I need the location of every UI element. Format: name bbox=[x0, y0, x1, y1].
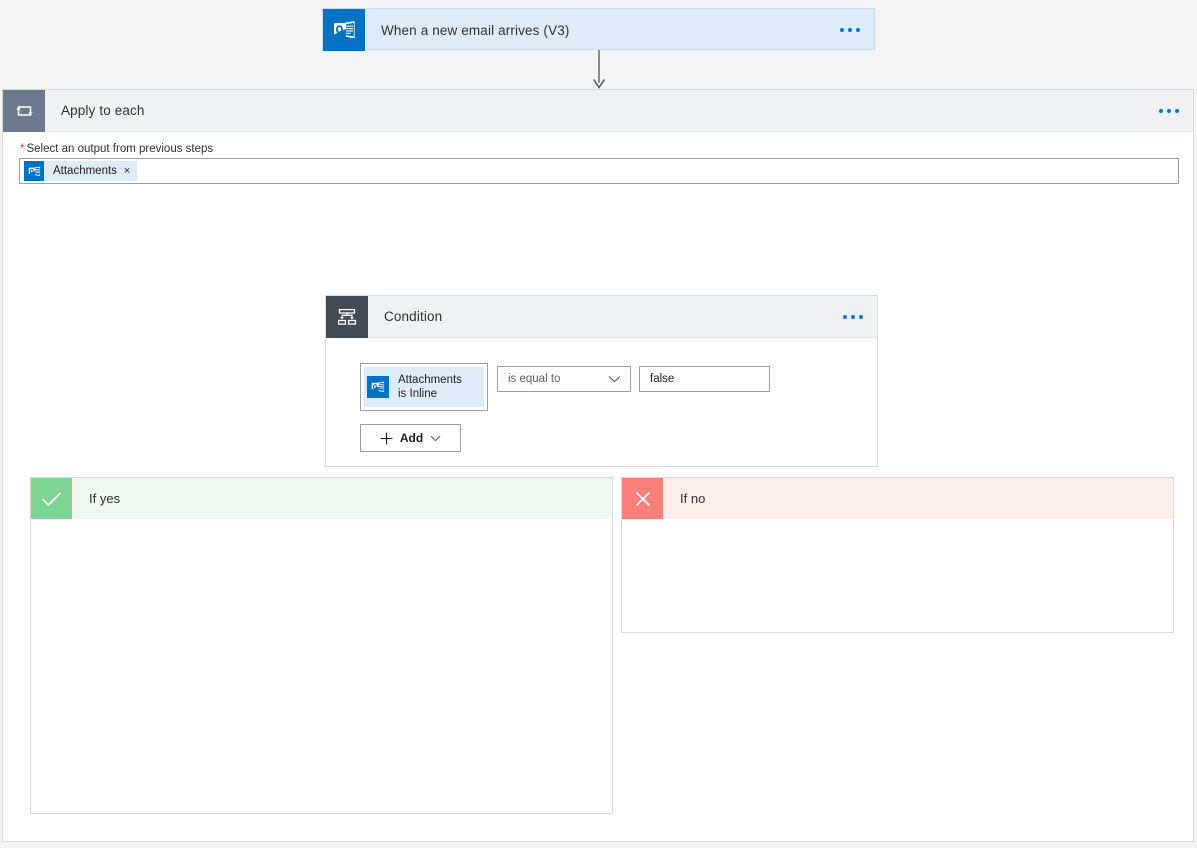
branch-if-no-header: If no bbox=[622, 478, 1173, 519]
outlook-icon bbox=[367, 376, 389, 398]
branch-if-no-label: If no bbox=[663, 491, 705, 506]
apply-to-each-container[interactable]: Apply to each *Select an output from pre… bbox=[2, 89, 1194, 842]
branch-if-no: If no Add an action bbox=[621, 477, 1174, 633]
close-x-icon bbox=[622, 478, 663, 519]
dot bbox=[1175, 109, 1179, 113]
select-output-label-text: Select an output from previous steps bbox=[26, 143, 213, 155]
select-output-label: *Select an output from previous steps bbox=[20, 143, 1193, 155]
condition-branch-icon bbox=[326, 296, 368, 338]
token-attachments[interactable]: Attachments × bbox=[24, 161, 137, 181]
condition-left-operand-input[interactable]: Attachments is Inline bbox=[360, 363, 488, 411]
condition-card[interactable]: Condition bbox=[325, 295, 878, 467]
dot bbox=[1159, 109, 1163, 113]
condition-row: Attachments is Inline is equal to bbox=[360, 363, 877, 411]
token-label: Attachments bbox=[44, 165, 124, 177]
trigger-card-header: When a new email arrives (V3) bbox=[323, 9, 874, 51]
add-condition-button[interactable]: Add bbox=[360, 424, 461, 452]
dot bbox=[859, 315, 863, 319]
select-output-input[interactable]: Attachments × bbox=[19, 158, 1179, 184]
branch-if-yes-label: If yes bbox=[72, 491, 120, 506]
apply-to-each-header: Apply to each bbox=[3, 90, 1193, 132]
dot bbox=[856, 28, 860, 32]
dot bbox=[843, 315, 847, 319]
condition-title: Condition bbox=[368, 309, 442, 324]
dot bbox=[1167, 109, 1171, 113]
branch-if-yes-header: If yes bbox=[31, 478, 612, 519]
token-remove-icon[interactable]: × bbox=[124, 166, 137, 177]
chevron-down-icon bbox=[430, 435, 441, 442]
flow-designer-canvas: When a new email arrives (V3) bbox=[0, 0, 1197, 848]
connector-arrow-down bbox=[592, 50, 606, 91]
outlook-icon bbox=[24, 161, 44, 181]
dot bbox=[848, 28, 852, 32]
dot bbox=[840, 28, 844, 32]
apply-to-each-more-options-button[interactable] bbox=[1159, 109, 1179, 113]
condition-operator-value: is equal to bbox=[508, 373, 560, 385]
apply-to-each-title: Apply to each bbox=[45, 103, 145, 118]
token-line-2: is Inline bbox=[398, 388, 437, 400]
trigger-card-email[interactable]: When a new email arrives (V3) bbox=[322, 8, 875, 50]
loop-icon bbox=[3, 90, 45, 132]
condition-value-input[interactable]: false bbox=[639, 366, 770, 392]
token-line-1: Attachments bbox=[398, 374, 462, 386]
token-attachments-is-inline[interactable]: Attachments is Inline bbox=[364, 367, 484, 407]
chevron-down-icon bbox=[608, 375, 621, 383]
token-label-block: Attachments is Inline bbox=[389, 373, 462, 401]
plus-icon bbox=[380, 432, 393, 445]
condition-more-options-button[interactable] bbox=[843, 315, 863, 319]
branch-if-yes: If yes Process and save information from… bbox=[30, 477, 613, 814]
trigger-title: When a new email arrives (V3) bbox=[365, 23, 569, 38]
outlook-icon bbox=[323, 9, 365, 51]
condition-header: Condition bbox=[326, 296, 877, 338]
add-condition-label: Add bbox=[400, 431, 423, 445]
required-indicator: * bbox=[20, 143, 24, 155]
condition-body: Attachments is Inline is equal to bbox=[326, 338, 877, 452]
condition-value-text: false bbox=[650, 373, 674, 385]
dot bbox=[851, 315, 855, 319]
trigger-more-options-button[interactable] bbox=[840, 28, 860, 32]
checkmark-icon bbox=[31, 478, 72, 519]
condition-operator-dropdown[interactable]: is equal to bbox=[497, 366, 631, 392]
